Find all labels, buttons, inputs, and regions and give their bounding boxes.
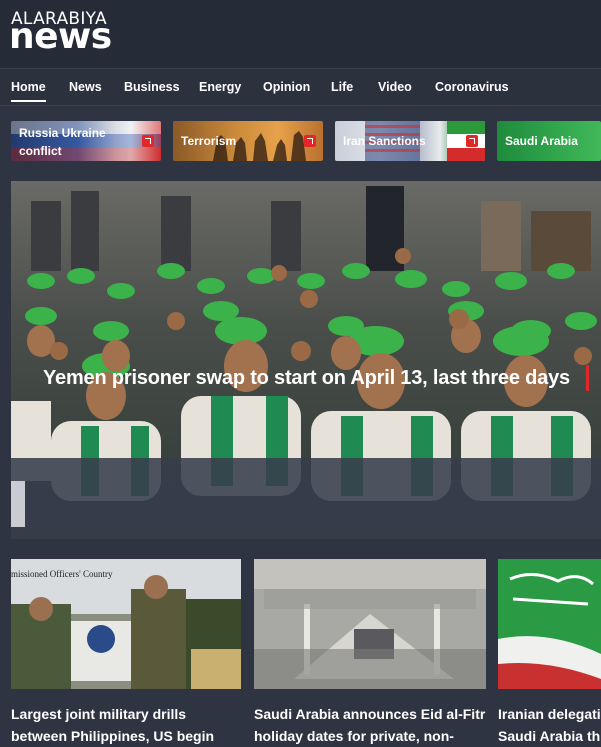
- hero-story[interactable]: Yemen prisoner swap to start on April 13…: [11, 181, 601, 539]
- nav-coronavirus[interactable]: Coronavirus: [435, 80, 509, 94]
- nav-business[interactable]: Business: [124, 80, 180, 94]
- trending-arrow-icon: [142, 135, 154, 147]
- hero-headline[interactable]: Yemen prisoner swap to start on April 13…: [43, 367, 570, 390]
- nav-home[interactable]: Home: [11, 80, 46, 102]
- topic-label: Iran Sanctions: [343, 134, 426, 148]
- topic-label: Terrorism: [181, 134, 237, 148]
- story-title[interactable]: Saudi Arabia announces Eid al-Fitr holid…: [254, 703, 485, 747]
- topic-label: Russia Ukraine: [19, 126, 106, 140]
- story-title-line1: Saudi Arabia announces Eid al-Fitr: [254, 706, 486, 722]
- hero-caption-bar: [11, 458, 601, 539]
- topic-label-line2: conflict: [19, 144, 62, 158]
- nav-video[interactable]: Video: [378, 80, 412, 94]
- story-title-line1: Largest joint military drills: [11, 706, 187, 722]
- topic-terrorism[interactable]: Terrorism: [173, 121, 323, 161]
- nav-opinion[interactable]: Opinion: [263, 80, 310, 94]
- story-title[interactable]: Iranian delegati Saudi Arabia thi: [498, 703, 601, 747]
- topic-saudi-arabia[interactable]: Saudi Arabia: [497, 121, 601, 161]
- nav-energy[interactable]: Energy: [199, 80, 241, 94]
- topic-russia-ukraine[interactable]: Russia Ukraine conflict: [11, 121, 161, 161]
- story-image: [498, 559, 601, 689]
- story-card-eid-holiday[interactable]: Saudi Arabia announces Eid al-Fitr holid…: [254, 559, 486, 747]
- nav-life[interactable]: Life: [331, 80, 353, 94]
- story-card-military-drills[interactable]: missioned Officers' Country Largest join…: [11, 559, 241, 747]
- story-image: missioned Officers' Country: [11, 559, 241, 689]
- site-header: ALARABIYA news: [0, 0, 601, 68]
- main-nav: Home News Business Energy Opinion Life V…: [0, 68, 601, 106]
- story-title-line2: between Philippines, US begin: [11, 728, 215, 744]
- topic-label: Saudi Arabia: [505, 134, 578, 148]
- mosque-photo: [254, 559, 486, 689]
- story-card-iranian-delegation[interactable]: Iranian delegati Saudi Arabia thi: [498, 559, 601, 747]
- banner-text: missioned Officers' Country: [11, 569, 113, 579]
- logo-news[interactable]: news: [9, 19, 112, 55]
- story-title[interactable]: Largest joint military drills between Ph…: [11, 703, 214, 747]
- trending-arrow-icon: [304, 135, 316, 147]
- nav-news[interactable]: News: [69, 80, 102, 94]
- flags-photo: [498, 559, 601, 689]
- story-title-line1: Iranian delegati: [498, 706, 601, 722]
- hero-side-marker: [11, 481, 25, 527]
- hero-accent-bar: [586, 365, 589, 391]
- story-image: [254, 559, 486, 689]
- story-title-line2: holiday dates for private, non-: [254, 728, 454, 744]
- topic-iran-sanctions[interactable]: Iran Sanctions: [335, 121, 485, 161]
- trending-arrow-icon: [466, 135, 478, 147]
- story-title-line2: Saudi Arabia thi: [498, 728, 601, 744]
